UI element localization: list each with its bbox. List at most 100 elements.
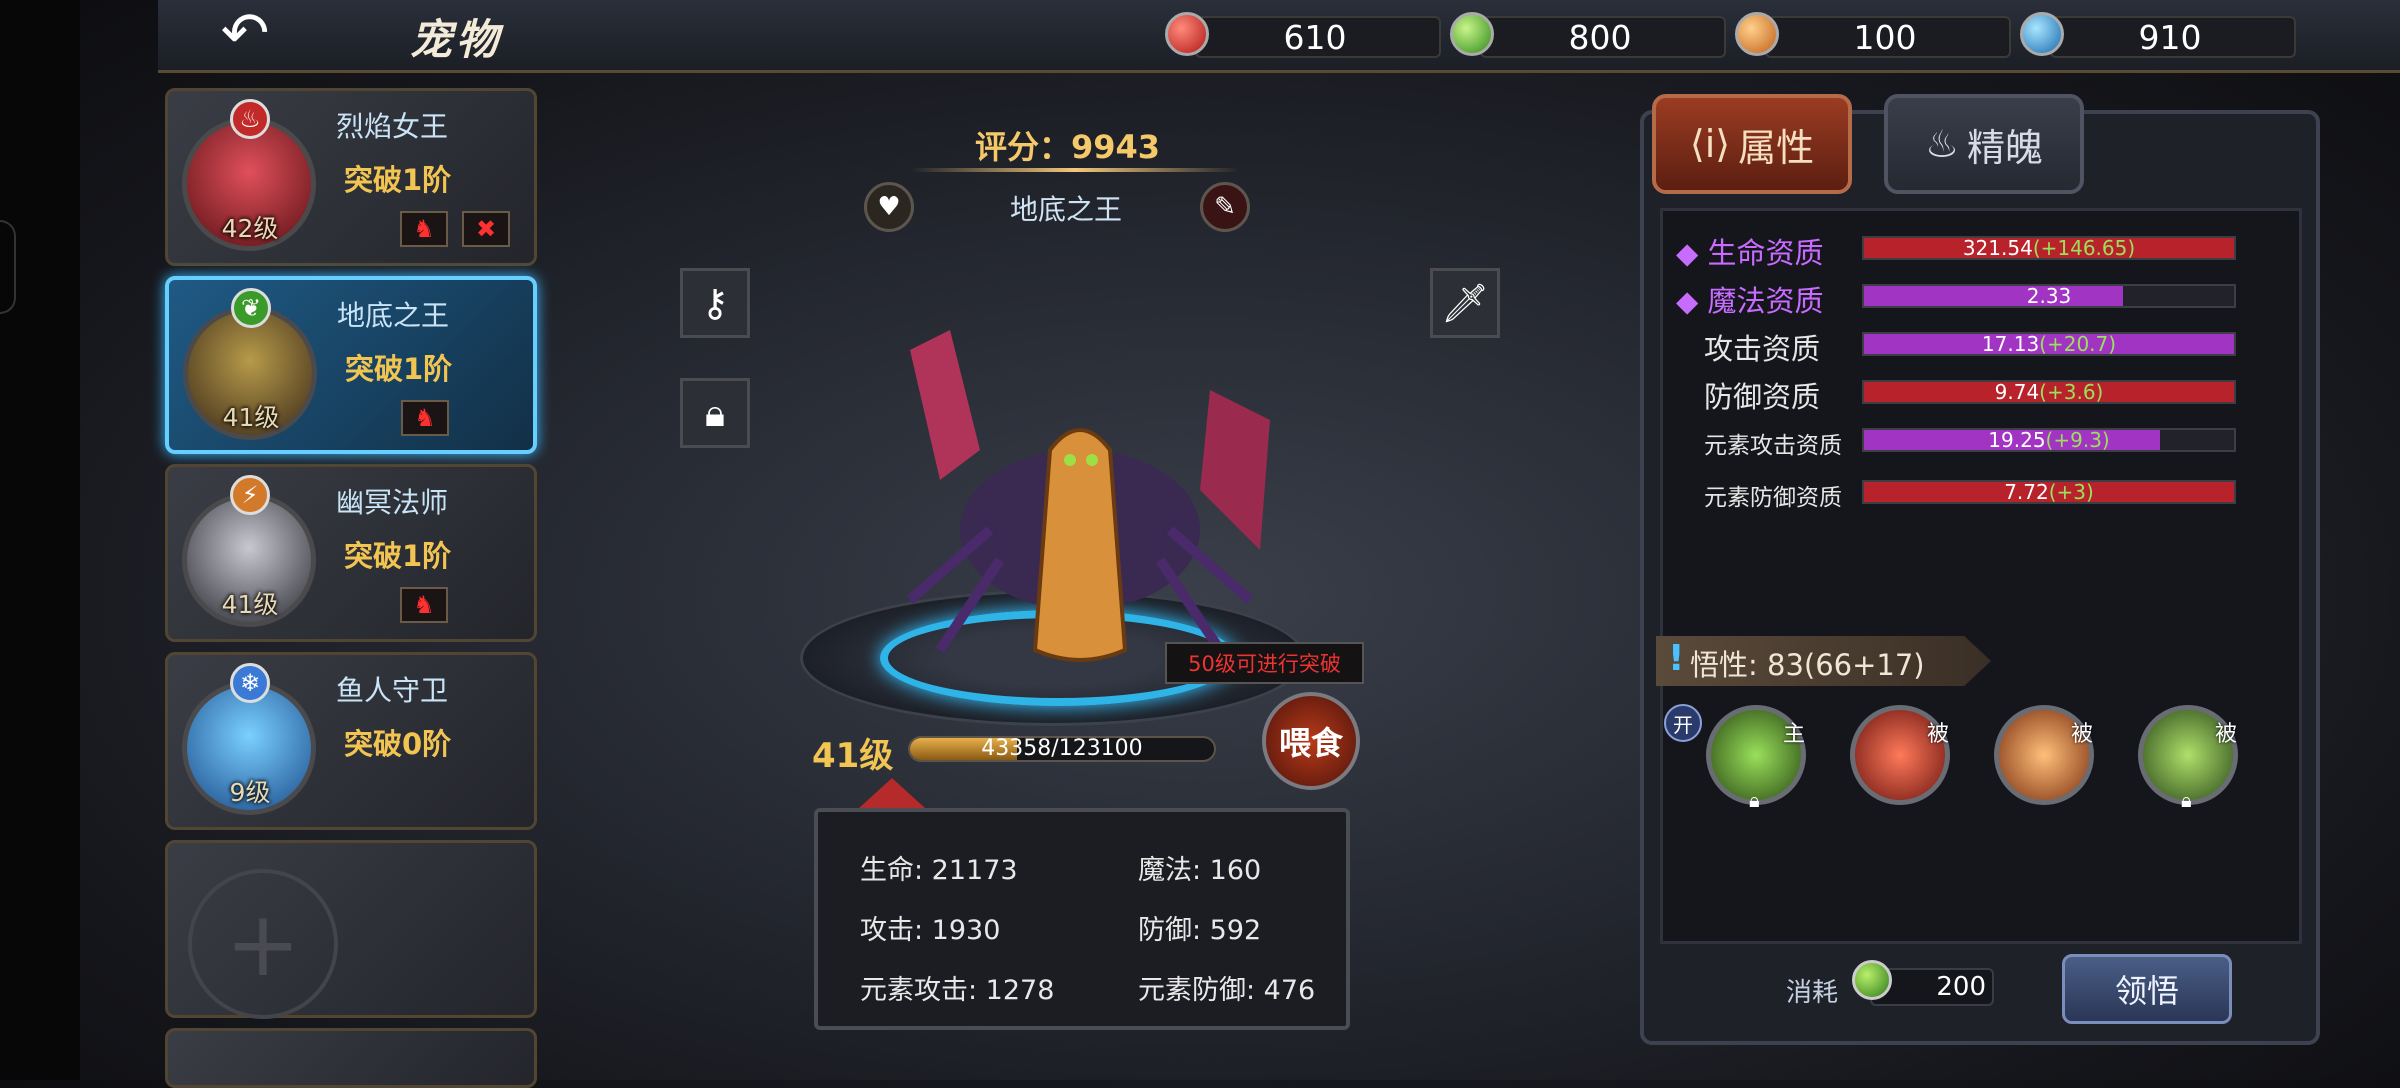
tab-essence[interactable]: ♨ 精魄 [1884, 94, 2084, 194]
key-icon[interactable]: ⚷ [680, 268, 750, 338]
pet-name: 地底之王 [337, 299, 450, 332]
pet-card-2[interactable]: ❦ 41级 地底之王 突破1阶 ♞ [165, 276, 537, 454]
plus-icon: + [188, 869, 338, 1019]
lock-icon: 🔒︎ [2181, 788, 2192, 812]
pet-name: 烈焰女王 [336, 110, 449, 143]
pet-model [906, 330, 1270, 662]
info-icon: ⟨i⟩ [1689, 122, 1731, 166]
resource-value: 100 [1853, 18, 1917, 57]
attr-value: 7.72(+3) [2004, 480, 2094, 504]
left-edge-bar [0, 0, 80, 1080]
pet-break-stage: 突破0阶 [344, 727, 452, 761]
score-divider [910, 168, 1240, 172]
attr-label-text: 生命资质 [1707, 236, 1824, 270]
feed-button[interactable]: 喂食 [1262, 692, 1360, 790]
pet-name: 鱼人守卫 [336, 674, 449, 707]
page-title: 宠物 [410, 15, 503, 64]
attr-value: 17.13(+20.7) [1981, 332, 2117, 356]
rename-pen-icon[interactable]: ✎ [1200, 182, 1250, 232]
pet-score: 评分：9943 [975, 128, 1161, 166]
pet-card-3[interactable]: ⚡ 41级 幽冥法师 突破1阶 ♞ [165, 464, 537, 642]
breakthrough-hint: 50级可进行突破 [1165, 642, 1364, 684]
stats-panel: 生命: 21173 魔法: 160 攻击: 1930 防御: 592 元素攻击:… [814, 808, 1350, 1030]
attr-bar: 9.74(+3.6) [1862, 380, 2236, 404]
attr-value: 19.25(+9.3) [1988, 428, 2110, 452]
resource-value: 800 [1568, 18, 1632, 57]
skill-type: 主 [1782, 722, 1805, 747]
attr-bar: 2.33 [1862, 284, 2236, 308]
pet-display-name: 地底之王 [1010, 193, 1123, 226]
back-arrow-icon: ↶ [220, 0, 270, 67]
exclamation-icon: ! [1668, 638, 1685, 679]
pet-break-stage: 突破1阶 [344, 163, 452, 197]
attr-label: 元素攻击资质 [1704, 433, 1842, 459]
green-gem-icon [1450, 12, 1494, 56]
edge-notch [0, 220, 16, 314]
attr-bar: 17.13(+20.7) [1862, 332, 2236, 356]
tab-label: 精魄 [1967, 125, 2044, 170]
pet-name: 幽冥法师 [336, 486, 449, 519]
pet-break-stage: 突破1阶 [345, 352, 453, 386]
stat-attack: 攻击: 1930 [860, 915, 1001, 946]
current-level: 41级 [812, 736, 894, 776]
attr-bar: 7.72(+3) [1862, 480, 2236, 504]
pet-level: 9级 [229, 778, 271, 807]
skill-green-beast-icon[interactable]: 主 🔒︎ [1706, 705, 1806, 812]
attr-label: ◆ 魔法资质 [1676, 284, 1824, 318]
lightning-icon: ⚡ [230, 475, 270, 515]
skill-type: 被 [1926, 722, 1949, 747]
lock-icon[interactable]: 🔒︎ [680, 378, 750, 448]
red-gem-icon [1165, 12, 1209, 56]
fire-icon: ♨ [230, 99, 270, 139]
snowflake-icon: ❄ [230, 663, 270, 703]
attr-value: 321.54(+146.65) [1962, 236, 2136, 260]
attr-label: 元素防御资质 [1704, 485, 1842, 511]
stat-element-defense: 元素防御: 476 [1138, 975, 1316, 1006]
skill-toggle-button[interactable]: 开 [1664, 704, 1702, 742]
resource-orange[interactable]: 100 [1735, 12, 2011, 58]
insight-text: 悟性: 83(66+17) [1690, 648, 1925, 682]
tab-label: 属性 [1738, 125, 1815, 170]
pet-break-stage: 突破1阶 [344, 539, 452, 573]
attr-label: ◆ 生命资质 [1676, 236, 1824, 270]
attr-label: 防御资质 [1704, 380, 1821, 414]
flame-icon: ♨ [1924, 122, 1960, 166]
empty-pet-slot[interactable]: + [165, 840, 537, 1019]
stat-element-attack: 元素攻击: 1278 [860, 975, 1055, 1006]
attr-value: 9.74(+3.6) [1994, 380, 2104, 404]
attr-value: 2.33 [2026, 284, 2072, 308]
resource-value: 910 [2138, 18, 2202, 57]
resource-green[interactable]: 800 [1450, 12, 1726, 58]
cross-tag-icon: ✖ [462, 211, 510, 247]
tab-attributes[interactable]: ⟨i⟩ 属性 [1652, 94, 1852, 194]
skill-red-claw-icon[interactable]: 被 [1850, 705, 1950, 805]
demon-tag-icon: ♞ [400, 587, 448, 623]
leaf-icon: ❦ [231, 288, 271, 328]
stat-defense: 防御: 592 [1138, 915, 1262, 946]
skill-green-warrior-icon[interactable]: 被 🔒︎ [2138, 705, 2238, 812]
resource-red[interactable]: 610 [1165, 12, 1441, 58]
demon-tag-icon: ♞ [401, 400, 449, 436]
pet-card-4[interactable]: ❄ 9级 鱼人守卫 突破0阶 [165, 652, 537, 830]
attr-bar: 19.25(+9.3) [1862, 428, 2236, 452]
orange-lightning-icon [1735, 12, 1779, 56]
resource-value: 610 [1283, 18, 1347, 57]
heart-icon[interactable]: ♥ [864, 182, 914, 232]
back-button[interactable]: ↶ [190, 0, 300, 67]
equipment-sword-icon[interactable]: 🗡︎ [1430, 268, 1500, 338]
exp-text: 43358/123100 [981, 736, 1143, 761]
pet-level: 41级 [222, 403, 280, 432]
skill-type: 被 [2214, 722, 2237, 747]
pet-level: 41级 [221, 590, 279, 619]
pet-card-1[interactable]: ♨ 42级 烈焰女王 突破1阶 ♞ ✖ [165, 88, 537, 266]
attr-bar: 321.54(+146.65) [1862, 236, 2236, 260]
skill-fire-slash-icon[interactable]: 被 [1994, 705, 2094, 805]
comprehend-button[interactable]: 领悟 [2062, 954, 2232, 1024]
lock-icon: 🔒︎ [1749, 788, 1760, 812]
demon-tag-icon: ♞ [400, 211, 448, 247]
pet-level: 42级 [221, 214, 279, 243]
empty-pet-slot[interactable] [165, 1028, 537, 1088]
stat-hp: 生命: 21173 [860, 855, 1018, 886]
resource-blue[interactable]: 910 [2020, 12, 2296, 58]
cost-value: 200 [1936, 972, 1986, 1002]
